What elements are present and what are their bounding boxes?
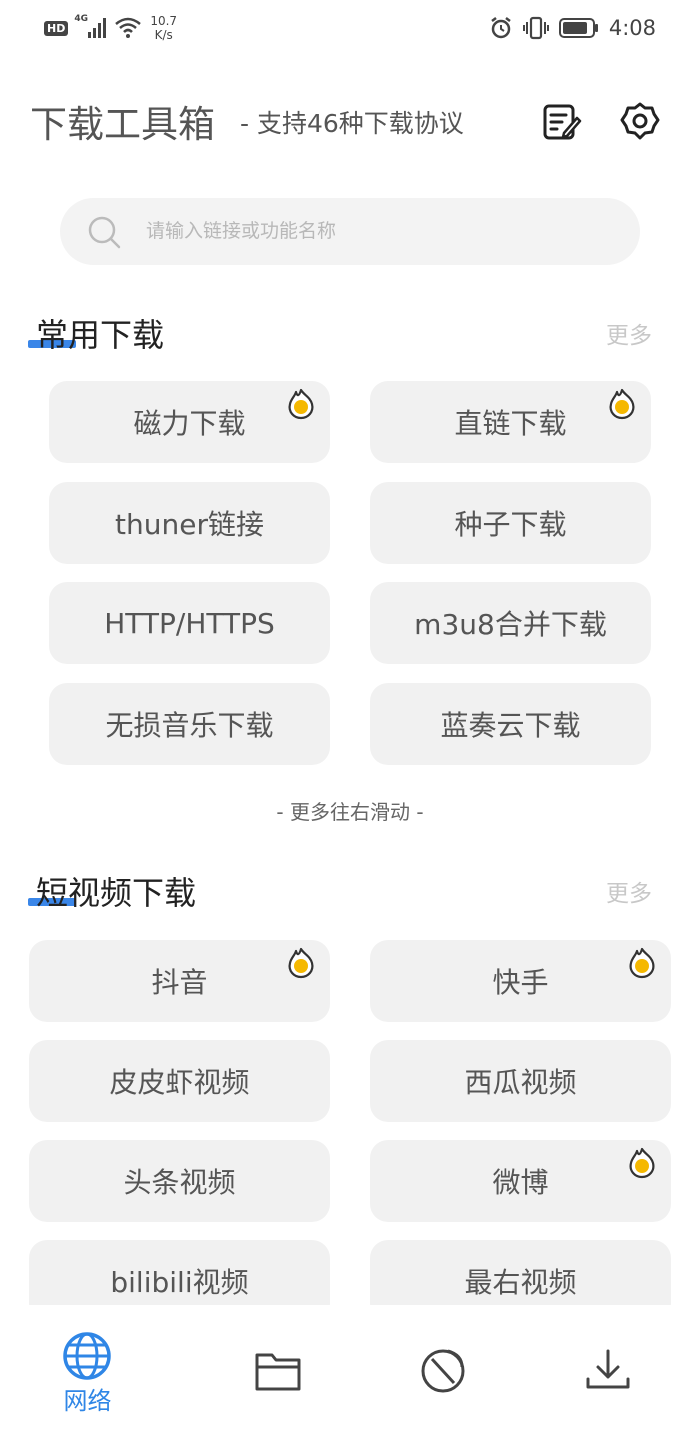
card-label: 微博 [492,1166,549,1199]
nav-discover[interactable] [350,1305,525,1433]
edit-note-icon [543,104,582,140]
nav-label: 网络 [63,1387,112,1415]
search-bar[interactable] [60,198,640,265]
download-option-card[interactable]: 快手 [370,940,671,1022]
nav-files[interactable] [175,1305,350,1433]
card-label: 西瓜视频 [464,1066,577,1099]
card-label: 磁力下载 [133,407,246,440]
search-icon [88,216,121,249]
hot-flame-icon [629,1147,655,1179]
download-option-card[interactable]: HTTP/HTTPS [49,582,330,664]
download-option-card[interactable]: thuner链接 [49,482,330,564]
download-option-card[interactable]: 无损音乐下载 [49,683,330,765]
vibrate-icon [522,16,549,40]
card-label: 无损音乐下载 [105,709,274,742]
edit-button[interactable] [540,100,584,144]
download-icon [586,1349,630,1389]
section-title: 短视频下载 [36,874,197,912]
card-label: thuner链接 [115,508,264,541]
nav-downloads[interactable] [525,1305,700,1433]
card-label: 头条视频 [123,1166,236,1199]
page-title: 下载工具箱 [30,103,215,146]
card-label: 皮皮虾视频 [109,1066,250,1099]
bottom-nav: 网络 [0,1305,700,1433]
search-input[interactable] [146,214,606,248]
download-option-card[interactable]: m3u8合并下载 [370,582,651,664]
gear-icon [620,102,660,140]
nav-network[interactable]: 网络 [0,1305,175,1433]
section-title: 常用下载 [36,316,165,354]
download-option-card[interactable]: 头条视频 [29,1140,330,1222]
download-option-card[interactable]: 皮皮虾视频 [29,1040,330,1122]
globe-icon [63,1332,111,1380]
section-video-header: 短视频下载 更多 [28,868,668,918]
hot-flame-icon [288,947,314,979]
signal-icon: 4G [74,14,108,40]
alarm-icon [491,17,511,39]
card-label: HTTP/HTTPS [104,606,275,640]
card-label: 最右视频 [464,1266,577,1299]
satellite-dish-icon [421,1349,465,1393]
header: 下载工具箱 - 支持46种下载协议 [30,94,670,150]
card-label: 抖音 [151,966,208,999]
download-option-card[interactable]: 抖音 [29,940,330,1022]
wifi-icon [115,17,142,38]
clock: 4:08 [608,16,656,40]
scroll-hint: - 更多往右滑动 - [276,800,424,824]
section-common-header: 常用下载 更多 [28,310,668,360]
download-option-card[interactable]: 蓝奏云下载 [370,683,651,765]
card-label: 直链下载 [454,407,567,440]
battery-icon [558,18,598,38]
hot-flame-icon [609,388,635,420]
network-type: 4G [74,14,88,24]
card-label: bilibili视频 [110,1266,249,1299]
network-speed: 10.7 K/s [150,14,178,42]
download-option-card[interactable]: 种子下载 [370,482,651,564]
card-label: 种子下载 [454,508,567,541]
card-label: 蓝奏云下载 [440,709,581,742]
card-label: 快手 [492,966,549,999]
status-bar: HD 4G 10.7 K/s 4:08 [0,0,700,60]
more-link[interactable]: 更多 [606,874,652,908]
hot-flame-icon [629,947,655,979]
folder-icon [255,1353,301,1391]
download-option-card[interactable]: 西瓜视频 [370,1040,671,1122]
page-subtitle: - 支持46种下载协议 [240,109,464,138]
hot-flame-icon [288,388,314,420]
download-option-card[interactable]: 微博 [370,1140,671,1222]
hd-badge: HD [44,20,69,36]
settings-button[interactable] [618,100,662,144]
card-label: m3u8合并下载 [414,608,607,641]
download-option-card[interactable]: 磁力下载 [49,381,330,463]
more-link[interactable]: 更多 [606,316,652,350]
download-option-card[interactable]: 直链下载 [370,381,651,463]
